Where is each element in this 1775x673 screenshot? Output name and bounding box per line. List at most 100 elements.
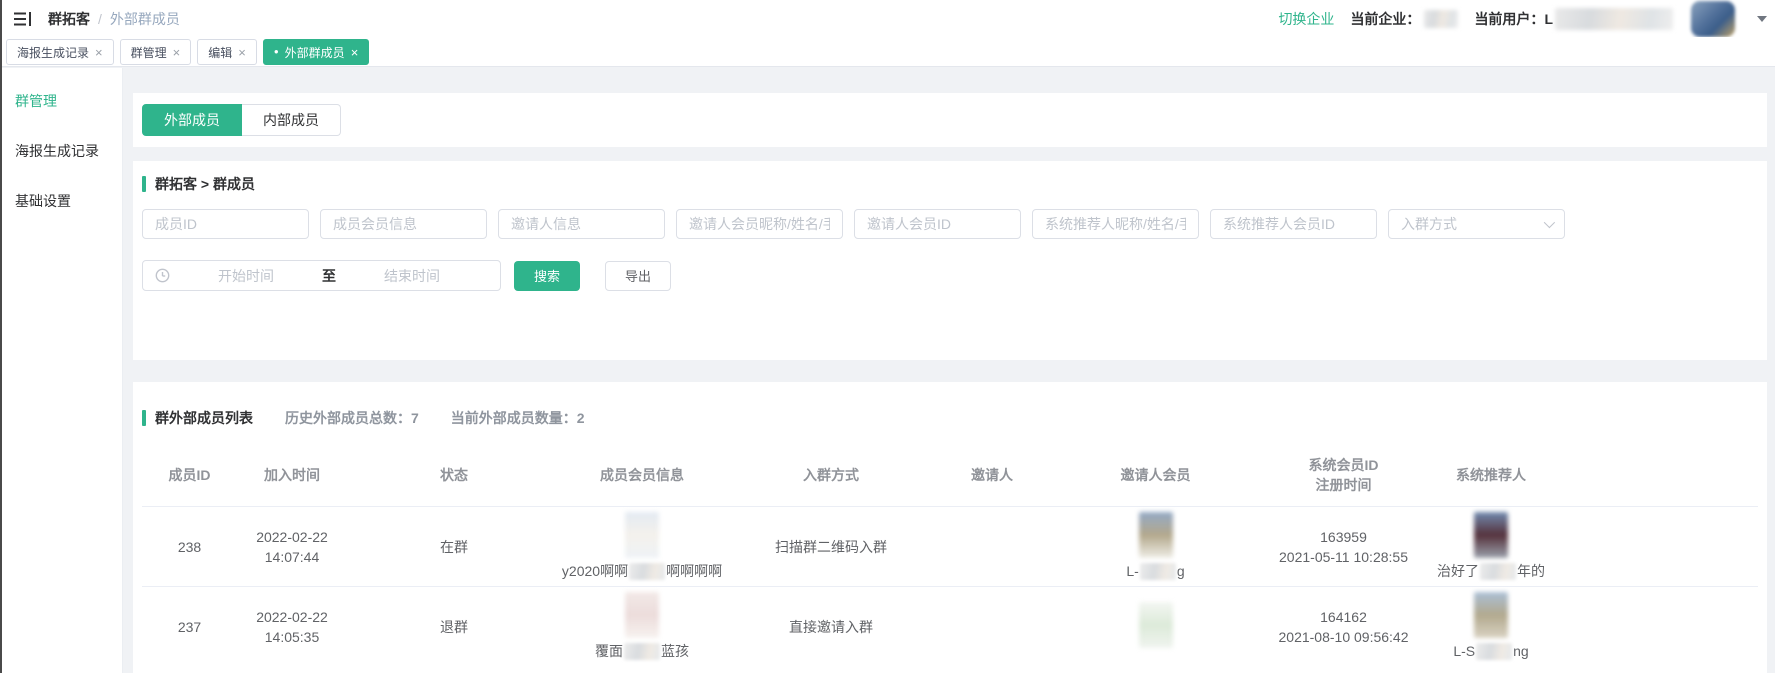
list-title-row: 群外部成员列表 历史外部成员总数：7 当前外部成员数量：2 xyxy=(142,408,1758,428)
list-section-title: 群外部成员列表 xyxy=(142,408,253,428)
member-type-toggle: 外部成员 内部成员 xyxy=(142,104,341,136)
inviter-member-id-input[interactable] xyxy=(854,209,1021,239)
breadcrumb: 群拓客 / 外部群成员 xyxy=(48,9,180,29)
tab-external-group-members[interactable]: ● 外部群成员 × xyxy=(263,39,369,65)
sidebar-item-poster-records[interactable]: 海报生成记录 xyxy=(2,126,122,176)
table-row[interactable]: 238 2022-02-22 14:07:44 在群 y2020啊啊啊啊啊啊 扫… xyxy=(142,506,1758,586)
close-icon[interactable]: × xyxy=(238,45,246,60)
end-time-placeholder[interactable]: 结束时间 xyxy=(336,266,488,286)
current-count-stat: 当前外部成员数量：2 xyxy=(451,408,585,428)
cell-system-id-reg-time: 164162 2021-08-10 09:56:42 xyxy=(1266,607,1421,647)
tab-label: 海报生成记录 xyxy=(17,44,89,61)
join-method-select[interactable]: 入群方式 xyxy=(1388,209,1565,239)
censored-text xyxy=(1140,563,1176,580)
tab-label: 外部群成员 xyxy=(285,44,345,61)
date-filter-row: 开始时间 至 结束时间 搜索 导出 xyxy=(142,260,1758,291)
member-id-input[interactable] xyxy=(142,209,309,239)
cell-member-id: 238 xyxy=(142,537,237,557)
column-header-status: 状态 xyxy=(347,465,561,485)
external-members-tab[interactable]: 外部成员 xyxy=(142,104,242,136)
recommender-id-input[interactable] xyxy=(1210,209,1377,239)
table-header-row: 成员ID 加入时间 状态 成员会员信息 入群方式 邀请人 邀请人会员 系统会员I… xyxy=(142,444,1758,506)
main-content: 外部成员 内部成员 群拓客 > 群成员 入群方式 xyxy=(124,68,1775,673)
tab-edit[interactable]: 编辑 × xyxy=(197,39,257,65)
member-list-card: 群外部成员列表 历史外部成员总数：7 当前外部成员数量：2 成员ID 加入时间 … xyxy=(133,382,1767,673)
column-header-system-id: 系统会员ID 注册时间 xyxy=(1266,455,1421,495)
current-company-label: 当前企业： xyxy=(1350,9,1420,29)
sidebar: 群管理 海报生成记录 基础设置 xyxy=(2,68,123,673)
member-type-card: 外部成员 内部成员 xyxy=(133,93,1767,147)
current-user-label: 当前用户： xyxy=(1474,9,1544,29)
censored-text xyxy=(629,563,665,580)
filter-card: 群拓客 > 群成员 入群方式 xyxy=(133,161,1767,360)
switch-company-link[interactable]: 切换企业 xyxy=(1278,9,1334,29)
cell-system-id-reg-time: 163959 2021-05-11 10:28:55 xyxy=(1266,527,1421,567)
current-count-label: 当前外部成员数量： xyxy=(451,410,577,426)
tab-label: 编辑 xyxy=(208,44,232,61)
member-info-input[interactable] xyxy=(320,209,487,239)
tab-poster-records[interactable]: 海报生成记录 × xyxy=(6,39,114,65)
cell-join-time: 2022-02-22 14:07:44 xyxy=(237,527,347,567)
clock-icon xyxy=(155,268,170,283)
page-tab-bar: 海报生成记录 × 群管理 × 编辑 × ● 外部群成员 × xyxy=(2,37,1775,67)
inviter-member-name-input[interactable] xyxy=(676,209,843,239)
members-table: 成员ID 加入时间 状态 成员会员信息 入群方式 邀请人 邀请人会员 系统会员I… xyxy=(142,444,1758,666)
cell-status: 在群 xyxy=(347,537,561,557)
cell-recommender: L-Sng xyxy=(1421,592,1561,661)
column-header-recommender: 系统推荐人 xyxy=(1421,465,1561,485)
close-icon[interactable]: × xyxy=(95,45,103,60)
column-header-member-info: 成员会员信息 xyxy=(561,465,723,485)
status-badge: 在群 xyxy=(440,539,468,555)
search-button[interactable]: 搜索 xyxy=(514,261,580,291)
avatar xyxy=(1474,592,1508,638)
internal-members-tab[interactable]: 内部成员 xyxy=(242,104,341,136)
collapse-menu-icon[interactable] xyxy=(12,9,34,29)
tab-label: 群管理 xyxy=(131,44,167,61)
cell-status: 退群 xyxy=(347,617,561,637)
sidebar-item-label: 群管理 xyxy=(15,91,57,111)
export-button[interactable]: 导出 xyxy=(605,261,671,291)
cell-join-time: 2022-02-22 14:05:35 xyxy=(237,607,347,647)
avatar[interactable] xyxy=(1691,1,1735,37)
breadcrumb-separator: / xyxy=(98,11,102,27)
censored-text xyxy=(1480,563,1516,580)
window-edge xyxy=(0,0,2,673)
close-icon[interactable]: × xyxy=(173,45,181,60)
filter-section-title: 群拓客 > 群成员 xyxy=(142,174,1758,194)
avatar xyxy=(1139,602,1173,648)
cell-inviter-member: L-g xyxy=(1045,512,1266,581)
tab-group-management[interactable]: 群管理 × xyxy=(120,39,192,65)
history-total-label: 历史外部成员总数： xyxy=(285,410,411,426)
column-header-join-method: 入群方式 xyxy=(723,465,939,485)
recommender-name-input[interactable] xyxy=(1032,209,1199,239)
caret-down-icon[interactable] xyxy=(1757,16,1767,22)
avatar xyxy=(1139,512,1173,558)
table-row[interactable]: 237 2022-02-22 14:05:35 退群 覆面蓝孩 直接邀请入群 1… xyxy=(142,586,1758,666)
select-placeholder: 入群方式 xyxy=(1401,214,1457,234)
breadcrumb-root[interactable]: 群拓客 xyxy=(48,9,90,29)
censored-text xyxy=(624,643,660,660)
sidebar-item-group-management[interactable]: 群管理 xyxy=(2,76,122,126)
filter-title-text: 群拓客 > 群成员 xyxy=(155,174,255,194)
avatar xyxy=(625,512,659,558)
history-total-value: 7 xyxy=(411,410,419,426)
start-time-placeholder[interactable]: 开始时间 xyxy=(170,266,322,286)
column-header-join-time: 加入时间 xyxy=(237,465,347,485)
column-header-inviter-member: 邀请人会员 xyxy=(1045,465,1266,485)
status-badge: 退群 xyxy=(440,619,468,635)
history-total-stat: 历史外部成员总数：7 xyxy=(285,408,419,428)
current-count-value: 2 xyxy=(577,410,585,426)
sidebar-item-basic-settings[interactable]: 基础设置 xyxy=(2,176,122,226)
top-bar: 群拓客 / 外部群成员 切换企业 当前企业： 当前用户： L xyxy=(2,0,1775,37)
avatar xyxy=(1474,512,1508,558)
censored-text xyxy=(1476,643,1512,660)
sidebar-item-label: 海报生成记录 xyxy=(15,141,99,161)
inviter-info-input[interactable] xyxy=(498,209,665,239)
column-header-member-id: 成员ID xyxy=(142,465,237,485)
close-icon[interactable]: × xyxy=(351,45,359,60)
sidebar-item-label: 基础设置 xyxy=(15,191,71,211)
section-bar-icon xyxy=(142,410,146,426)
breadcrumb-current: 外部群成员 xyxy=(110,9,180,29)
column-header-inviter: 邀请人 xyxy=(939,465,1045,485)
date-range-picker[interactable]: 开始时间 至 结束时间 xyxy=(142,260,501,291)
